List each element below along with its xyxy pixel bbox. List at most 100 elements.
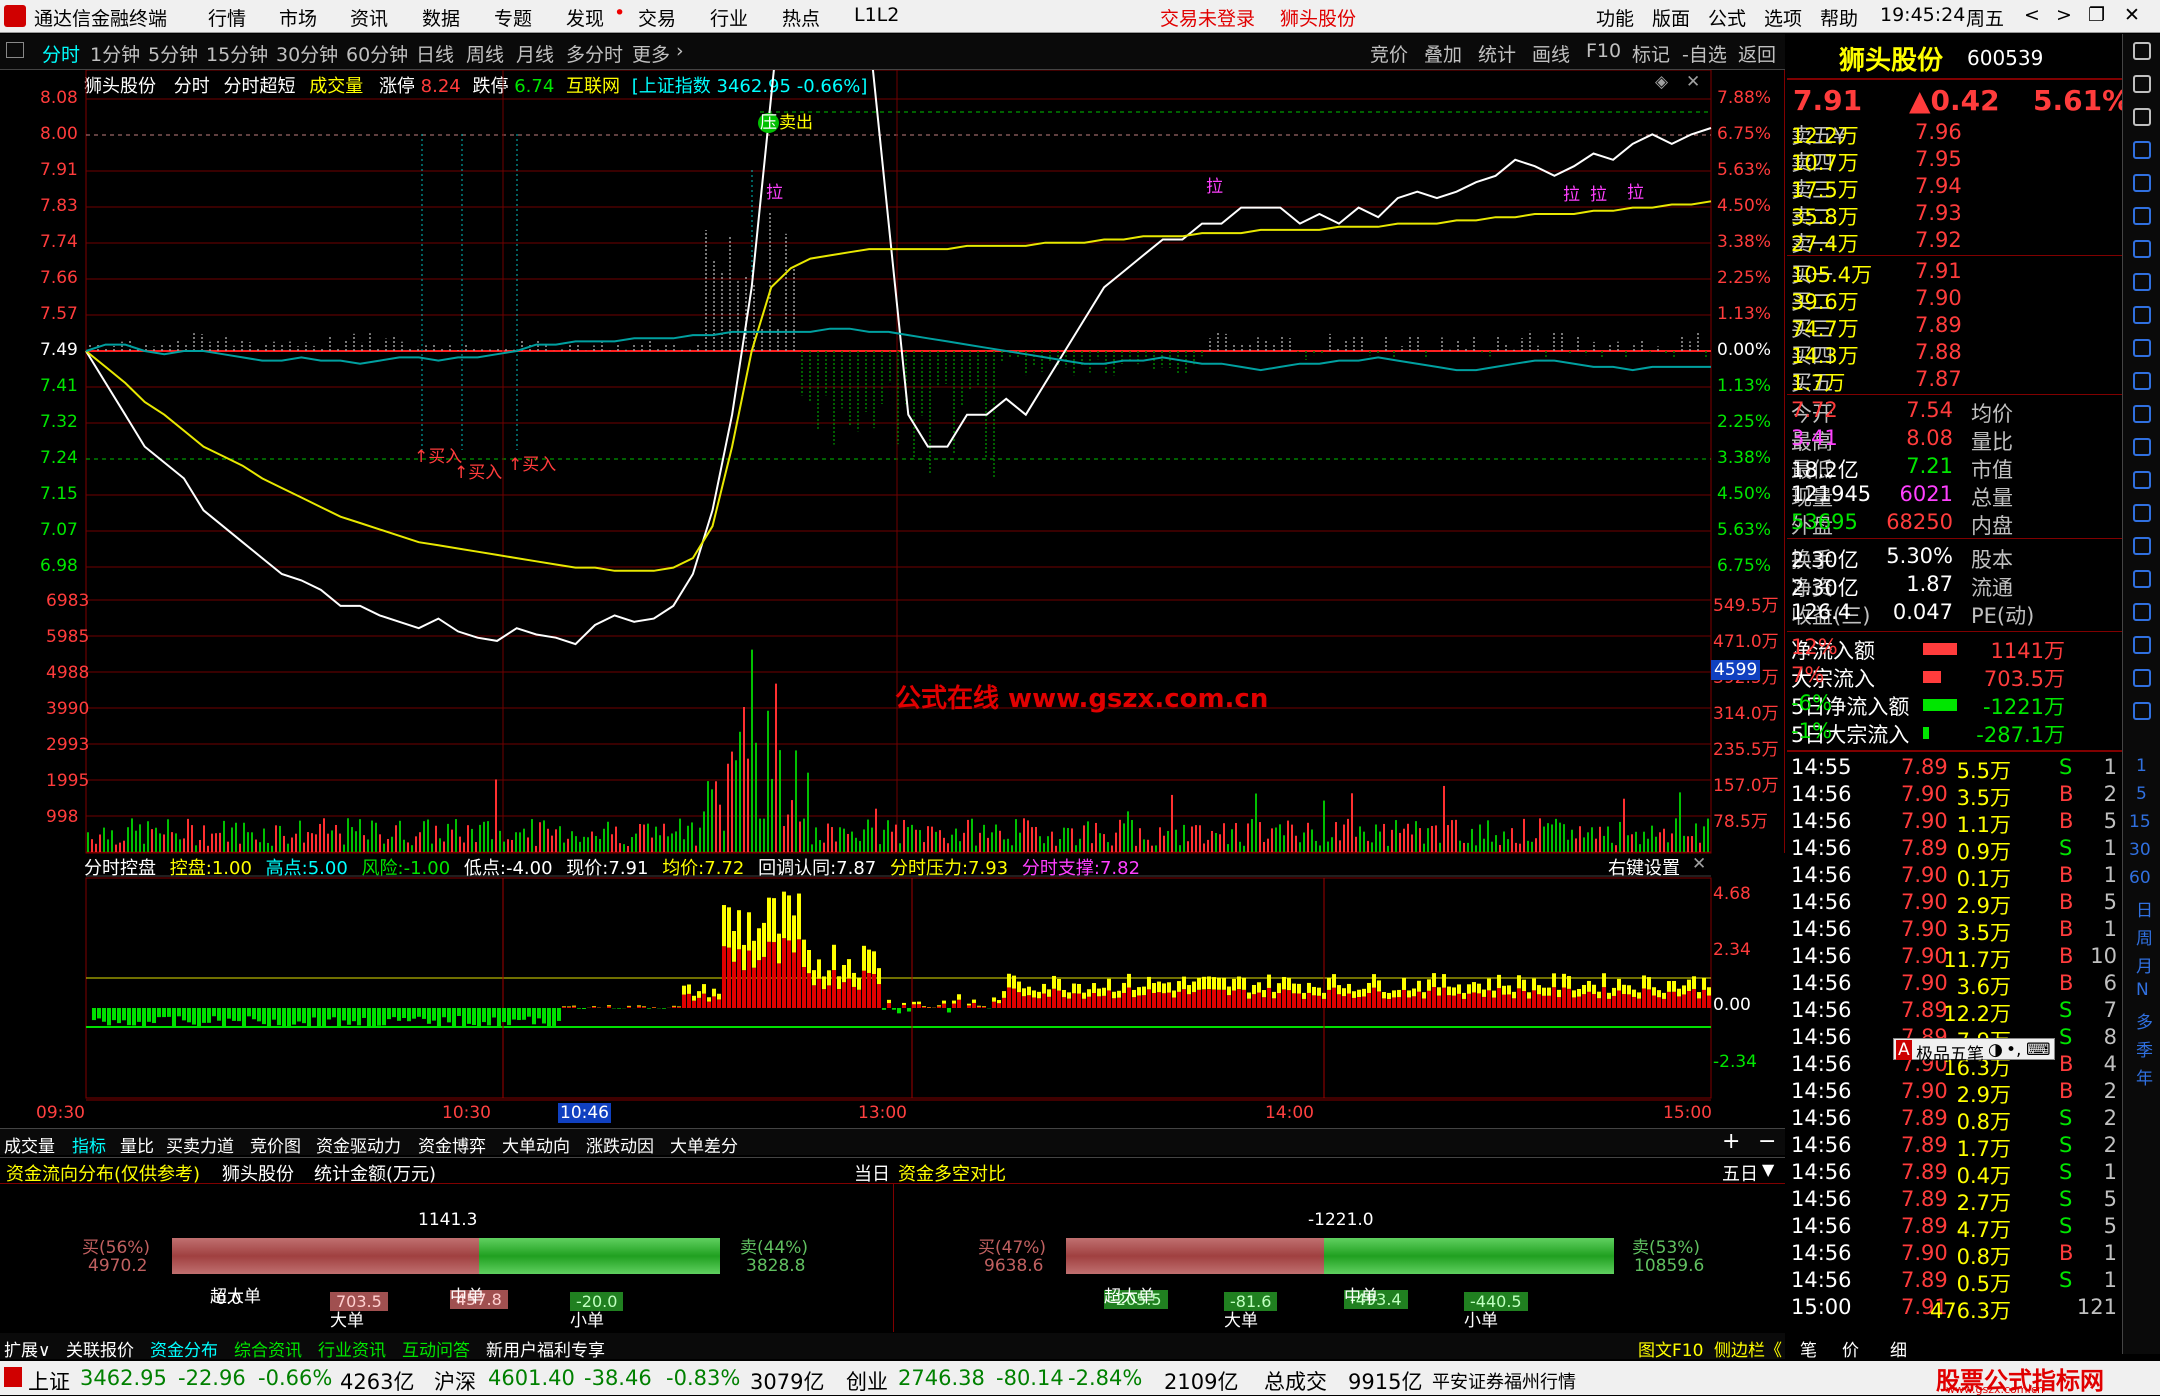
side-period-button[interactable]: 日 [2136,896,2153,921]
menu-industry[interactable]: 行业 [710,4,748,31]
up-arrow-icon[interactable] [2133,75,2151,93]
btab-expand[interactable]: 扩展∨ [4,1336,50,1361]
chart-icon[interactable] [2133,174,2151,192]
subtab-big-order[interactable]: 大单动向 [502,1132,570,1157]
subtab-buy-sell-force[interactable]: 买卖力道 [166,1132,234,1157]
bar-chart-icon[interactable] [2133,240,2151,258]
period-select[interactable]: 五日 [1722,1160,1758,1186]
tab-15min[interactable]: 15分钟 [206,40,268,67]
stats-button[interactable]: 统计 [1478,40,1516,67]
window-toggle-icon[interactable] [6,42,24,58]
tab-monthly[interactable]: 月线 [516,40,554,67]
table-icon[interactable] [2133,273,2151,291]
f10-button[interactable]: F10 [1586,40,1621,62]
menu-topic[interactable]: 专题 [494,4,532,31]
menu-trade[interactable]: 交易 [638,4,676,31]
sh-label[interactable]: 上证 [28,1366,70,1396]
tab-multi-intraday[interactable]: 多分时 [566,40,623,67]
grid-icon[interactable] [2133,207,2151,225]
side-period-button[interactable]: 季 [2136,1036,2153,1061]
restore-window-icon[interactable]: ❐ [2088,4,2105,26]
tab-more[interactable]: 更多 [632,40,670,67]
subtab-fund-drive[interactable]: 资金驱动力 [316,1132,401,1157]
side-period-button[interactable]: 1 [2136,756,2147,776]
zoom-out-icon[interactable]: − [1758,1129,1776,1154]
grid-icon[interactable] [2133,405,2151,423]
menu-layout[interactable]: 版面 [1652,4,1690,31]
btab-new-user-benefit[interactable]: 新用户福利专享 [486,1336,605,1361]
tab-5min[interactable]: 5分钟 [148,40,198,67]
fa-icon[interactable] [2133,306,2151,324]
subtab-indicator[interactable]: 指标 [72,1132,106,1157]
up-arrow-icon[interactable] [2133,42,2151,60]
btab-news[interactable]: 综合资讯 [234,1336,302,1361]
sound-icon[interactable] [2133,702,2151,720]
fund-flow-today[interactable]: 当日 [854,1160,890,1186]
btab-industry-news[interactable]: 行业资讯 [318,1336,386,1361]
zoom-in-icon[interactable]: + [1722,1129,1740,1154]
tab-1min[interactable]: 1分钟 [90,40,140,67]
btab-f10[interactable]: 图文F10 [1638,1336,1703,1361]
menu-discover[interactable]: 发现 [566,4,604,31]
side-period-button[interactable]: 60 [2129,868,2151,888]
remove-watchlist-button[interactable]: -自选 [1682,40,1727,67]
menu-formula[interactable]: 公式 [1708,4,1746,31]
btab-fund-distribution[interactable]: 资金分布 [150,1336,218,1361]
subtab-volume[interactable]: 成交量 [4,1132,55,1157]
f2-icon[interactable] [2133,372,2151,390]
tab-intraday[interactable]: 分时 [42,40,80,67]
subtab-big-order-diff[interactable]: 大单差分 [670,1132,738,1157]
menu-data[interactable]: 数据 [422,4,460,31]
subtab-fund-game[interactable]: 资金博弈 [418,1132,486,1157]
menu-quote[interactable]: 行情 [208,4,246,31]
subtab-rise-fall-cause[interactable]: 涨跌动因 [586,1132,654,1157]
chart-icon[interactable] [2133,669,2151,687]
side-period-button[interactable]: 5 [2136,784,2147,804]
tab-daily[interactable]: 日线 [416,40,454,67]
subtab-volume-ratio[interactable]: 量比 [120,1132,154,1157]
tab-weekly[interactable]: 周线 [466,40,504,67]
cy-label[interactable]: 创业 [846,1366,888,1396]
auction-button[interactable]: 竞价 [1370,40,1408,67]
side-period-button[interactable]: 15 [2129,812,2151,832]
list-icon[interactable] [2133,141,2151,159]
menu-news[interactable]: 资讯 [350,4,388,31]
alert-stock-name[interactable]: 狮头股份 [1280,4,1356,31]
draw-button[interactable]: 画线 [1532,40,1570,67]
ime-toolbar[interactable]: A 极品五笔 ◑ •, ⌨ [1893,1038,2055,1060]
btab-related-quote[interactable]: 关联报价 [66,1336,134,1361]
menu-market[interactable]: 市场 [279,4,317,31]
overlay-button[interactable]: 叠加 [1424,40,1462,67]
back-icon[interactable]: < [2024,4,2040,26]
close-window-icon[interactable]: ✕ [2124,4,2140,26]
side-period-button[interactable]: 多 [2136,1008,2153,1033]
indicator-settings[interactable]: 右键设置 [1608,854,1680,880]
menu-l1l2[interactable]: L1L2 [854,4,899,26]
ime-keyboard-icon[interactable]: ⌨ [2026,1040,2051,1060]
side-period-button[interactable]: 月 [2136,952,2153,977]
hs-label[interactable]: 沪深 [434,1366,476,1396]
ime-moon-icon[interactable]: ◑ [1988,1040,2003,1060]
chart-icon[interactable] [2133,636,2151,654]
side-period-button[interactable]: 年 [2136,1064,2153,1089]
menu-options[interactable]: 选项 [1764,4,1802,31]
menu-function[interactable]: 功能 [1596,4,1634,31]
dropdown-arrow-icon[interactable]: ▼ [1762,1160,1774,1179]
trend-icon[interactable] [2133,537,2151,555]
trend-icon[interactable] [2133,570,2151,588]
side-period-button[interactable]: N [2136,980,2149,1000]
ime-punct-icon[interactable]: •, [2006,1040,2021,1060]
doc-icon[interactable] [2133,339,2151,357]
return-button[interactable]: 返回 [1738,40,1776,67]
pct-icon[interactable] [2133,603,2151,621]
mark-button[interactable]: 标记 [1632,40,1670,67]
tab-60min[interactable]: 60分钟 [346,40,408,67]
forward-icon[interactable]: > [2056,4,2072,26]
side-period-button[interactable]: 周 [2136,924,2153,949]
btab-sidebar[interactable]: 侧边栏《 [1714,1336,1782,1361]
side-period-button[interactable]: 30 [2129,840,2151,860]
hex-icon[interactable] [2133,438,2151,456]
menu-hot[interactable]: 热点 [782,4,820,31]
subtab-auction[interactable]: 竞价图 [250,1132,301,1157]
btab-qa[interactable]: 互动问答 [402,1336,470,1361]
